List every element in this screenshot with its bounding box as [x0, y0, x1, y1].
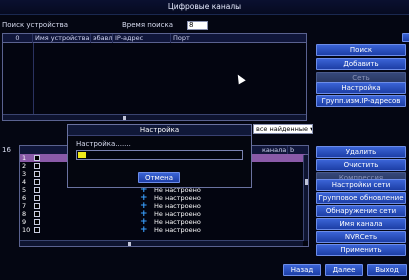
- channel-checkbox[interactable]: [34, 203, 40, 209]
- hscroll-thumb[interactable]: [128, 242, 131, 246]
- channel-name-button[interactable]: Имя канала: [316, 218, 406, 230]
- add-button[interactable]: Добавить: [316, 58, 406, 70]
- col-index[interactable]: 0: [3, 34, 33, 43]
- channel-number: 6: [22, 194, 27, 202]
- channel-config-window: Цифровые каналы Поиск устройства Время п…: [0, 0, 409, 280]
- search-button[interactable]: Поиск: [316, 44, 406, 56]
- channel-checkbox[interactable]: [34, 219, 40, 225]
- vscroll-thumb[interactable]: [305, 179, 308, 185]
- col-added[interactable]: эбавл:: [91, 34, 113, 43]
- filter-dropdown[interactable]: все найденные ▾: [253, 124, 313, 134]
- channel-checkbox[interactable]: [34, 227, 40, 233]
- nvr-network-button[interactable]: NVRСеть: [316, 231, 406, 243]
- col-device-name[interactable]: Имя устройства: [33, 34, 91, 43]
- batch-ip-change-button[interactable]: Групп.изм.IP-адресов: [316, 95, 406, 107]
- column-divider: [33, 43, 34, 118]
- dialog-message: Настройка.......: [76, 140, 131, 148]
- window-title: Цифровые каналы: [167, 2, 242, 11]
- next-button[interactable]: Далее: [325, 264, 363, 276]
- progress-bar: [76, 150, 243, 160]
- channel-table-hscroll[interactable]: [20, 240, 303, 246]
- channel-checkbox[interactable]: [34, 187, 40, 193]
- settings-progress-dialog: Настройка Настройка....... Отмена: [67, 124, 252, 188]
- edge-button-top[interactable]: [402, 33, 409, 42]
- filter-dropdown-value: все найденные: [256, 125, 309, 133]
- col-port[interactable]: Порт: [171, 34, 306, 43]
- channel-number: 10: [22, 226, 31, 234]
- search-time-label: Время поиска: [122, 21, 174, 29]
- exit-button[interactable]: Выход: [367, 264, 407, 276]
- channel-status: Не настроено: [154, 194, 201, 202]
- channel-number: 1: [22, 154, 27, 162]
- device-table: 0 Имя устройства эбавл: IP-адрес Порт: [2, 33, 307, 121]
- channel-status: Не настроено: [154, 226, 201, 234]
- channel-checkbox[interactable]: [34, 163, 40, 169]
- channel-status: Не настроено: [154, 202, 201, 210]
- clear-button[interactable]: Очистить: [316, 159, 406, 171]
- channel-checkbox[interactable]: [34, 195, 40, 201]
- channel-row[interactable]: 9 + Не настроено: [20, 218, 305, 227]
- channel-number: 2: [22, 162, 27, 170]
- delete-button[interactable]: Удалить: [316, 146, 406, 158]
- channel-number: 7: [22, 202, 27, 210]
- search-time-input[interactable]: 8: [187, 21, 208, 30]
- channel-row[interactable]: 7 + Не настроено: [20, 202, 305, 211]
- channel-count: 16: [2, 146, 11, 154]
- channel-number: 8: [22, 210, 27, 218]
- channel-row[interactable]: 8 + Не настроено: [20, 210, 305, 219]
- back-button[interactable]: Назад: [283, 264, 321, 276]
- channel-number: 4: [22, 178, 27, 186]
- add-plus-icon[interactable]: +: [140, 226, 148, 235]
- channel-row[interactable]: 6 + Не настроено: [20, 194, 305, 203]
- network-settings-button[interactable]: Настройки сети: [316, 179, 406, 191]
- group-update-button[interactable]: Групповое обновление: [316, 192, 406, 204]
- channel-status: Не настроено: [154, 210, 201, 218]
- channel-checkbox[interactable]: [34, 179, 40, 185]
- title-bar: Цифровые каналы: [0, 0, 409, 15]
- network-discovery-button[interactable]: Обнаружение сети: [316, 205, 406, 217]
- dialog-title: Настройка: [68, 125, 251, 136]
- channel-checkbox[interactable]: [34, 171, 40, 177]
- device-table-header: 0 Имя устройства эбавл: IP-адрес Порт: [3, 34, 306, 43]
- channel-checkbox[interactable]: [34, 211, 40, 217]
- channel-row[interactable]: 10 + Не настроено: [20, 226, 305, 235]
- progress-bar-fill: [78, 152, 86, 158]
- apply-button[interactable]: Применить: [316, 244, 406, 256]
- hscroll-thumb[interactable]: [123, 116, 126, 120]
- device-table-hscroll[interactable]: [3, 114, 306, 120]
- settings-button[interactable]: Настройка: [316, 82, 406, 94]
- cancel-button[interactable]: Отмена: [138, 172, 180, 183]
- chevron-down-icon: ▾: [308, 125, 313, 133]
- channel-checkbox[interactable]: [34, 155, 40, 161]
- channel-number: 9: [22, 218, 27, 226]
- channel-number: 3: [22, 170, 27, 178]
- search-device-label: Поиск устройства: [2, 21, 69, 29]
- channel-number: 5: [22, 186, 27, 194]
- col-ip[interactable]: IP-адрес: [113, 34, 171, 43]
- channel-status: Не настроено: [154, 218, 201, 226]
- channel-table-vscroll[interactable]: [303, 155, 308, 241]
